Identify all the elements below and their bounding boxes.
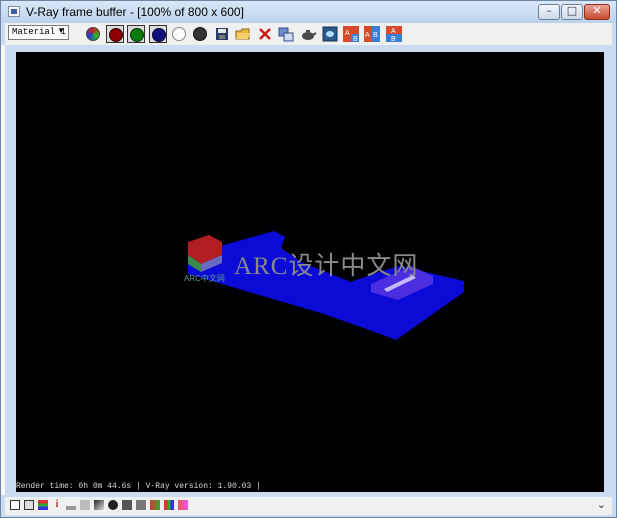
green-channel-icon: [130, 28, 144, 42]
render-last-button[interactable]: [299, 25, 317, 43]
watermark-small: ARC中文网: [184, 274, 225, 283]
compare-ab-button-3[interactable]: AB: [385, 25, 403, 43]
alpha-icon: [172, 27, 186, 41]
levels-icon[interactable]: [66, 500, 76, 510]
vfb-window: V-Ray frame buffer - [100% of 800 x 600]…: [0, 0, 617, 518]
watermark-text: ARC设计中文网: [234, 253, 419, 280]
settings-gear-icon[interactable]: [108, 500, 118, 510]
render-view[interactable]: ARC设计中文网 ARC中文网 Render time: 0h 0m 44.6s…: [16, 52, 604, 492]
red-channel-button[interactable]: [106, 25, 124, 43]
display-color-clamp-button[interactable]: [10, 500, 20, 510]
svg-text:B: B: [373, 32, 378, 39]
region-render-button[interactable]: [321, 25, 339, 43]
folder-icon: [235, 28, 250, 40]
mono-icon: [193, 27, 207, 41]
clear-icon: [259, 28, 271, 40]
alpha-channel-button[interactable]: [170, 25, 188, 43]
svg-text:A: A: [391, 28, 396, 35]
expand-chevron-icon[interactable]: ⌄: [597, 498, 606, 511]
info-icon[interactable]: i: [52, 500, 62, 510]
pixel-aspect-icon[interactable]: [150, 500, 160, 510]
exposure-icon[interactable]: [94, 500, 104, 510]
rgb-channel-button[interactable]: [84, 25, 102, 43]
teapot-icon: [302, 30, 317, 40]
ab-horizontal-icon: AB: [364, 26, 380, 42]
open-image-button[interactable]: [234, 25, 252, 43]
render-status: Render time: 0h 0m 44.6s | V-Ray version…: [16, 482, 261, 491]
minimize-icon: –: [546, 4, 552, 17]
app-icon: [8, 6, 20, 17]
bottom-toolbar: i ⌄: [5, 497, 612, 515]
curve-icon[interactable]: [80, 500, 90, 510]
duplicate-icon: [278, 27, 294, 42]
svg-text:A: A: [365, 32, 370, 39]
srgb-icon[interactable]: [178, 500, 188, 510]
compare-ab-button-1[interactable]: AB: [342, 25, 360, 43]
lut-toggle-icon[interactable]: [136, 500, 146, 510]
save-image-button[interactable]: [213, 25, 231, 43]
svg-text:B: B: [391, 36, 396, 43]
svg-text:A: A: [345, 30, 350, 37]
region-icon: [322, 26, 338, 42]
blue-channel-button[interactable]: [149, 25, 167, 43]
view-clamped-color-button[interactable]: [24, 500, 34, 510]
ab-vertical-icon: AB: [386, 26, 402, 43]
ab-compare-icon: AB: [343, 26, 359, 43]
lut-icon[interactable]: [122, 500, 132, 510]
title-bar[interactable]: V-Ray frame buffer - [100% of 800 x 600]…: [1, 1, 616, 23]
close-icon: ✕: [592, 4, 602, 17]
vfb-toolbar: Material 1 ▼ A B A B A B: [5, 23, 612, 45]
mono-button[interactable]: [191, 25, 209, 43]
color-channels-icon[interactable]: [164, 500, 174, 510]
svg-text:B: B: [353, 36, 358, 43]
red-channel-icon: [109, 28, 123, 42]
chevron-down-icon: ▼: [57, 26, 65, 35]
minimize-button[interactable]: –: [538, 4, 560, 20]
clear-image-button[interactable]: [256, 25, 274, 43]
maximize-button[interactable]: □: [561, 4, 583, 20]
blue-channel-icon: [152, 28, 166, 42]
left-edge: [1, 45, 5, 495]
save-icon: [216, 28, 228, 40]
duplicate-to-mtl-button[interactable]: [277, 25, 295, 43]
show-corrections-button[interactable]: [38, 500, 48, 510]
channel-select[interactable]: Material 1 ▼: [8, 25, 69, 40]
rgb-icon: [86, 27, 100, 41]
compare-ab-button-2[interactable]: AB: [363, 25, 381, 43]
maximize-icon: □: [566, 4, 578, 17]
green-channel-button[interactable]: [127, 25, 145, 43]
window-title: V-Ray frame buffer - [100% of 800 x 600]: [26, 5, 244, 19]
close-button[interactable]: ✕: [584, 4, 610, 20]
